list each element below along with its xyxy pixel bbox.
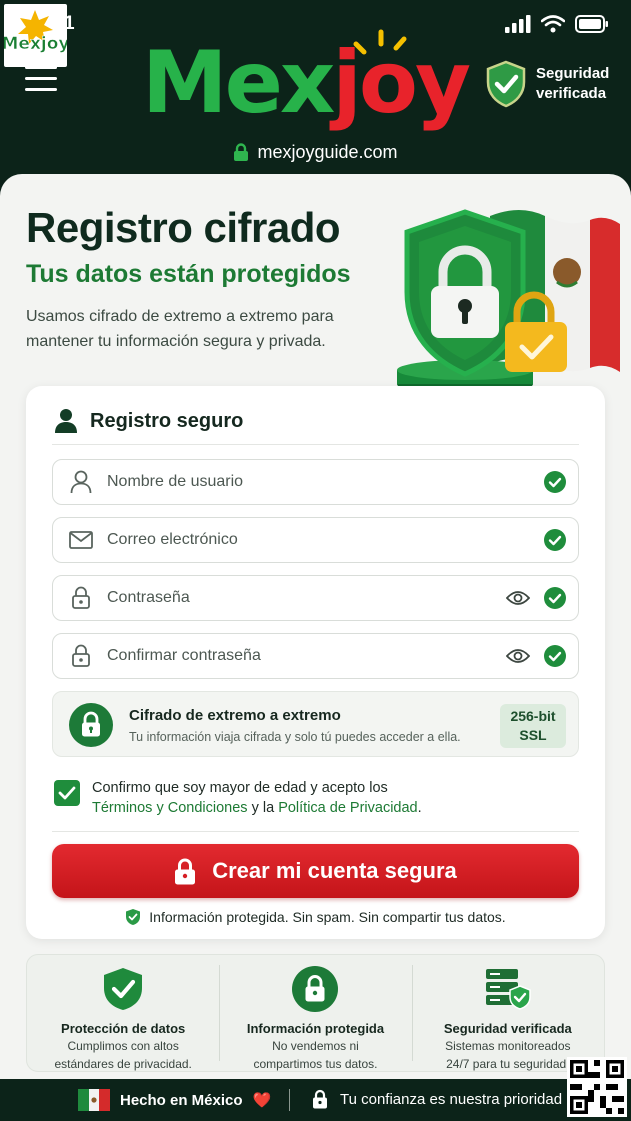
server-shield-icon <box>485 969 531 1010</box>
lock-circle-icon <box>292 966 339 1012</box>
heart-icon: ❤️ <box>252 1092 272 1109</box>
domain-text: mexjoyguide.com <box>257 142 398 162</box>
mexico-flag-icon <box>78 1089 110 1111</box>
form-heading: Registro seguro <box>54 408 243 434</box>
footer-divider <box>289 1089 290 1111</box>
ssl-badge: 256-bit SSL <box>500 704 566 748</box>
feature-title: Seguridad verificada <box>443 1021 572 1036</box>
page-description: Usamos cifrado de extremo a extremo para… <box>26 308 334 350</box>
feature-desc-line1: Sistemas monitoreados <box>445 1039 571 1053</box>
shield-check-icon <box>126 909 141 925</box>
check-circle-icon <box>544 587 566 609</box>
feature-desc-line2: estándares de privacidad. <box>54 1057 192 1071</box>
verified-badge: Seguridad verificada <box>486 60 609 108</box>
privacy-note: Información protegida. Sin spam. Sin com… <box>26 908 605 926</box>
create-account-button[interactable]: Crear mi cuenta segura <box>52 844 579 898</box>
trust-message: Tu confianza es nuestra prioridad <box>312 1089 562 1109</box>
lock-outline-icon <box>69 586 93 610</box>
confirm-password-field[interactable]: Confirmar contraseña <box>52 633 579 679</box>
feature-protected-info: Información protegida No vendemos ni com… <box>219 955 411 1071</box>
features-strip: Protección de datos Cumplimos con altos … <box>26 954 605 1072</box>
terms-text: Confirmo que soy mayor de edad y acepto … <box>92 778 422 818</box>
feature-desc-line1: No vendemos ni <box>272 1039 359 1053</box>
status-time: 1 <box>64 13 75 34</box>
made-in-text: Hecho en México <box>120 1091 243 1109</box>
shield-check-icon <box>486 60 526 108</box>
user-outline-icon <box>69 470 93 494</box>
eye-icon[interactable] <box>506 590 530 606</box>
feature-data-protection: Protección de datos Cumplimos con altos … <box>27 955 219 1071</box>
status-icons <box>505 15 609 33</box>
encryption-description: Tu información viaja cifrada y solo tú p… <box>129 730 461 744</box>
lock-icon <box>234 143 249 161</box>
terms-checkbox[interactable] <box>54 780 80 806</box>
terms-link[interactable]: Términos y Condiciones <box>92 800 248 816</box>
brand-joy: joy <box>332 33 471 133</box>
form-divider <box>52 444 579 445</box>
create-account-label: Crear mi cuenta segura <box>212 858 457 883</box>
password-field[interactable]: Contraseña <box>52 575 579 621</box>
form-heading-text: Registro seguro <box>90 409 244 432</box>
mail-icon <box>69 528 93 552</box>
encryption-title: Cifrado de extremo a extremo <box>129 707 341 724</box>
terms-period: . <box>417 800 422 816</box>
feature-verified-security: Seguridad verificada Sistemas monitoread… <box>411 955 604 1071</box>
terms-divider <box>52 831 579 832</box>
username-placeholder: Nombre de usuario <box>107 473 244 490</box>
verified-line1: Seguridad <box>536 65 610 82</box>
encryption-info: Cifrado de extremo a extremo Tu informac… <box>52 691 579 757</box>
footer-bar: Hecho en México ❤️ Tu confianza es nuest… <box>0 1079 631 1121</box>
checkmark-icon <box>58 786 76 800</box>
lock-circle-icon <box>69 703 113 747</box>
brand-mex: Mex <box>142 33 335 133</box>
domain-bar: mexjoyguide.com <box>0 142 631 163</box>
page-title: Registro cifrado <box>26 204 341 251</box>
wifi-icon <box>541 15 565 33</box>
menu-button[interactable] <box>25 66 57 98</box>
page-subtitle: Tus datos están protegidos <box>26 260 351 288</box>
user-icon <box>55 409 77 433</box>
main-content: Registro cifrado Tus datos están protegi… <box>0 174 631 1079</box>
lock-icon <box>175 858 196 884</box>
check-circle-icon <box>544 529 566 551</box>
feature-title: Protección de datos <box>61 1021 186 1036</box>
security-illustration <box>397 209 620 394</box>
made-in-mexico: Hecho en México ❤️ <box>78 1089 271 1111</box>
check-circle-icon <box>544 471 566 493</box>
email-placeholder: Correo electrónico <box>107 531 238 548</box>
signal-icon <box>505 15 531 33</box>
feature-desc-line1: Cumplimos con altos <box>67 1039 179 1053</box>
feature-title: Información protegida <box>246 1021 385 1036</box>
brand-logo: Mexjoy <box>142 40 471 126</box>
battery-icon <box>575 15 608 33</box>
email-field[interactable]: Correo electrónico <box>52 517 579 563</box>
terms-line1: Confirmo que soy mayor de edad y acepto … <box>92 780 388 796</box>
app-logo: Mexjoy <box>1 4 70 67</box>
app-logo-text: Mexjoy <box>4 34 67 54</box>
trust-text: Tu confianza es nuestra prioridad <box>340 1090 563 1108</box>
check-circle-icon <box>544 645 566 667</box>
confirm-password-placeholder: Confirmar contraseña <box>107 647 261 664</box>
feature-desc-line2: compartimos tus datos. <box>253 1057 378 1071</box>
app-header: Mexjoy 1 Mexjoy Seguridad verificada mex… <box>0 0 631 180</box>
privacy-note-text: Información protegida. Sin spam. Sin com… <box>149 909 506 925</box>
eye-icon[interactable] <box>506 648 530 664</box>
privacy-link[interactable]: Política de Privacidad <box>278 800 417 816</box>
shield-check-icon <box>104 968 143 1010</box>
verified-line2: verificada <box>536 85 607 102</box>
username-field[interactable]: Nombre de usuario <box>52 459 579 505</box>
registration-form: Registro seguro Nombre de usuario Correo… <box>26 386 605 939</box>
qr-code <box>567 1057 627 1117</box>
terms-connector: y la <box>251 800 275 816</box>
lock-icon <box>313 1089 327 1109</box>
password-placeholder: Contraseña <box>107 589 190 606</box>
lock-outline-icon <box>69 644 93 668</box>
ssl-badge-line2: SSL <box>519 727 547 743</box>
ssl-badge-line1: 256-bit <box>510 708 556 724</box>
